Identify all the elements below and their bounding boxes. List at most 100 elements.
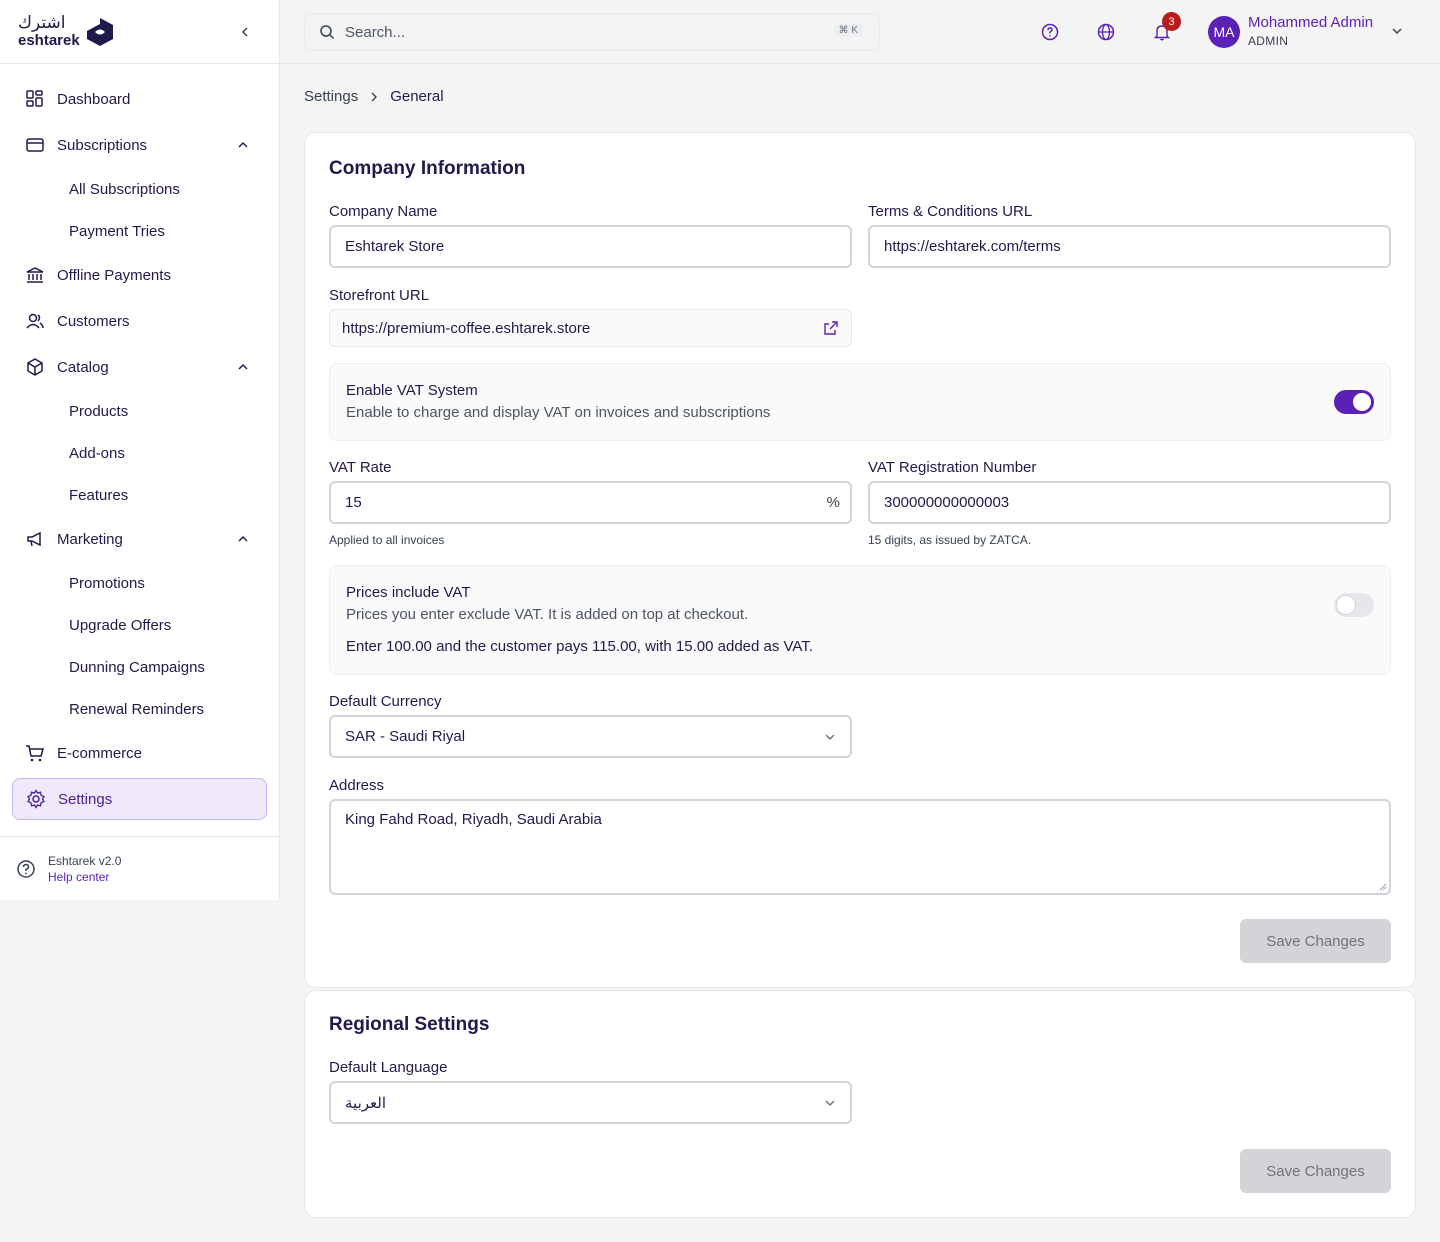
- user-name[interactable]: Mohammed Admin: [1248, 14, 1373, 31]
- sidebar-item-e-commerce[interactable]: E-commerce: [0, 730, 279, 776]
- prices-include-vat-description: Prices you enter exclude VAT. It is adde…: [346, 606, 749, 623]
- sidebar-item-settings[interactable]: Settings: [12, 778, 267, 820]
- sidebar-item-label: Subscriptions: [57, 136, 148, 154]
- save-changes-button[interactable]: Save Changes: [1240, 919, 1391, 963]
- breadcrumb: Settings General: [304, 88, 444, 105]
- users-icon: [24, 310, 46, 332]
- sidebar-item-label: Marketing: [57, 530, 123, 548]
- search-bar[interactable]: ⌘ K: [304, 13, 880, 51]
- vat-registration-label: VAT Registration Number: [868, 459, 1037, 476]
- section-title: Company Information: [329, 158, 526, 179]
- terms-url-field[interactable]: [868, 225, 1391, 268]
- vat-system-title: Enable VAT System: [346, 382, 478, 399]
- grid-icon: [24, 88, 46, 110]
- sidebar-item-add-ons[interactable]: Add-ons: [0, 432, 279, 474]
- prices-include-vat-example: Enter 100.00 and the customer pays 115.0…: [346, 638, 813, 655]
- terms-url-input[interactable]: [884, 238, 1389, 255]
- prices-include-vat-panel: Prices include VAT Prices you enter excl…: [329, 565, 1391, 675]
- logo-english: eshtarek: [18, 32, 80, 49]
- vat-system-description: Enable to charge and display VAT on invo…: [346, 404, 771, 421]
- address-input[interactable]: King Fahd Road, Riyadh, Saudi Arabia: [331, 801, 1389, 893]
- help-icon[interactable]: [1040, 22, 1060, 42]
- vat-registration-hint: 15 digits, as issued by ZATCA.: [868, 533, 1032, 547]
- sidebar-item-dashboard[interactable]: Dashboard: [0, 76, 279, 122]
- sidebar-item-customers[interactable]: Customers: [0, 298, 279, 344]
- notification-badge: 3: [1162, 12, 1181, 31]
- section-title: Regional Settings: [329, 1014, 490, 1035]
- vat-rate-label: VAT Rate: [329, 459, 392, 476]
- default-currency-label: Default Currency: [329, 693, 442, 710]
- chevron-left-icon: [241, 27, 248, 37]
- sidebar-item-dunning-campaigns[interactable]: Dunning Campaigns: [0, 646, 279, 688]
- storefront-url-field: https://premium-coffee.eshtarek.store: [329, 309, 852, 347]
- user-role: ADMIN: [1248, 34, 1289, 48]
- default-language-value: العربية: [345, 1094, 386, 1112]
- gear-icon: [25, 788, 47, 810]
- sidebar-item-label: E-commerce: [57, 744, 143, 762]
- box-icon: [24, 356, 46, 378]
- vat-system-toggle[interactable]: [1334, 390, 1374, 414]
- brand-logo[interactable]: اشترك eshtarek: [18, 15, 114, 48]
- save-changes-button[interactable]: Save Changes: [1240, 1149, 1391, 1193]
- sidebar-item-catalog[interactable]: Catalog: [0, 344, 279, 390]
- sidebar-item-products[interactable]: Products: [0, 390, 279, 432]
- breadcrumb-settings[interactable]: Settings: [304, 88, 358, 105]
- sidebar: اشترك eshtarek Dashboard Subscriptions A…: [0, 0, 280, 900]
- sidebar-item-all-subscriptions[interactable]: All Subscriptions: [0, 168, 279, 210]
- bank-icon: [24, 264, 46, 286]
- globe-icon[interactable]: [1096, 22, 1116, 42]
- chevron-up-icon[interactable]: [235, 531, 251, 547]
- sidebar-item-marketing[interactable]: Marketing: [0, 516, 279, 562]
- search-icon: [320, 25, 335, 40]
- megaphone-icon: [24, 528, 46, 550]
- card-icon: [24, 134, 46, 156]
- chevron-up-icon[interactable]: [235, 137, 251, 153]
- sidebar-footer: Eshtarek v2.0 Help center: [0, 836, 279, 900]
- sidebar-item-promotions[interactable]: Promotions: [0, 562, 279, 604]
- sidebar-item-label: Catalog: [57, 358, 109, 376]
- chevron-down-icon[interactable]: [1390, 24, 1404, 38]
- storefront-url-label: Storefront URL: [329, 287, 430, 304]
- vat-rate-field[interactable]: %: [329, 481, 852, 524]
- logo-row: اشترك eshtarek: [0, 0, 279, 64]
- chevron-down-icon: [825, 734, 835, 740]
- default-currency-value: SAR - Saudi Riyal: [345, 728, 466, 745]
- help-center-link[interactable]: Help center: [48, 869, 121, 885]
- sidebar-item-offline-payments[interactable]: Offline Payments: [0, 252, 279, 298]
- sidebar-item-label: Customers: [57, 312, 130, 330]
- collapse-sidebar-button[interactable]: [235, 22, 255, 42]
- sidebar-nav: Dashboard Subscriptions All Subscription…: [0, 64, 279, 820]
- sidebar-item-payment-tries[interactable]: Payment Tries: [0, 210, 279, 252]
- external-link-icon[interactable]: [823, 320, 839, 336]
- search-input[interactable]: [345, 23, 805, 41]
- company-information-card: Company Information Company Name Terms &…: [304, 132, 1416, 988]
- sidebar-item-subscriptions[interactable]: Subscriptions: [0, 122, 279, 168]
- sidebar-item-renewal-reminders[interactable]: Renewal Reminders: [0, 688, 279, 730]
- avatar[interactable]: MA: [1208, 16, 1240, 48]
- sidebar-item-label: Dashboard: [57, 90, 131, 108]
- sidebar-item-features[interactable]: Features: [0, 474, 279, 516]
- sidebar-item-upgrade-offers[interactable]: Upgrade Offers: [0, 604, 279, 646]
- terms-url-label: Terms & Conditions URL: [868, 203, 1033, 220]
- company-name-input[interactable]: [345, 238, 850, 255]
- percent-suffix: %: [826, 494, 840, 511]
- vat-registration-input[interactable]: [884, 494, 1389, 511]
- search-shortcut: ⌘ K: [833, 24, 863, 37]
- company-name-field[interactable]: [329, 225, 852, 268]
- vat-rate-input[interactable]: [345, 494, 850, 511]
- prices-include-vat-title: Prices include VAT: [346, 584, 471, 601]
- vat-registration-field[interactable]: [868, 481, 1391, 524]
- address-label: Address: [329, 777, 385, 794]
- resize-handle-icon[interactable]: [1379, 883, 1387, 891]
- default-language-select[interactable]: العربية: [329, 1081, 852, 1124]
- app-version: Eshtarek v2.0: [48, 853, 122, 868]
- company-name-label: Company Name: [329, 203, 438, 220]
- default-currency-select[interactable]: SAR - Saudi Riyal: [329, 715, 852, 758]
- storefront-url-value: https://premium-coffee.eshtarek.store: [342, 319, 591, 337]
- chevron-up-icon[interactable]: [235, 359, 251, 375]
- address-field[interactable]: King Fahd Road, Riyadh, Saudi Arabia: [329, 799, 1391, 895]
- vat-system-panel: Enable VAT System Enable to charge and d…: [329, 363, 1391, 441]
- prices-include-vat-toggle[interactable]: [1334, 593, 1374, 617]
- logo-arabic: اشترك: [18, 13, 66, 33]
- cart-icon: [24, 742, 46, 764]
